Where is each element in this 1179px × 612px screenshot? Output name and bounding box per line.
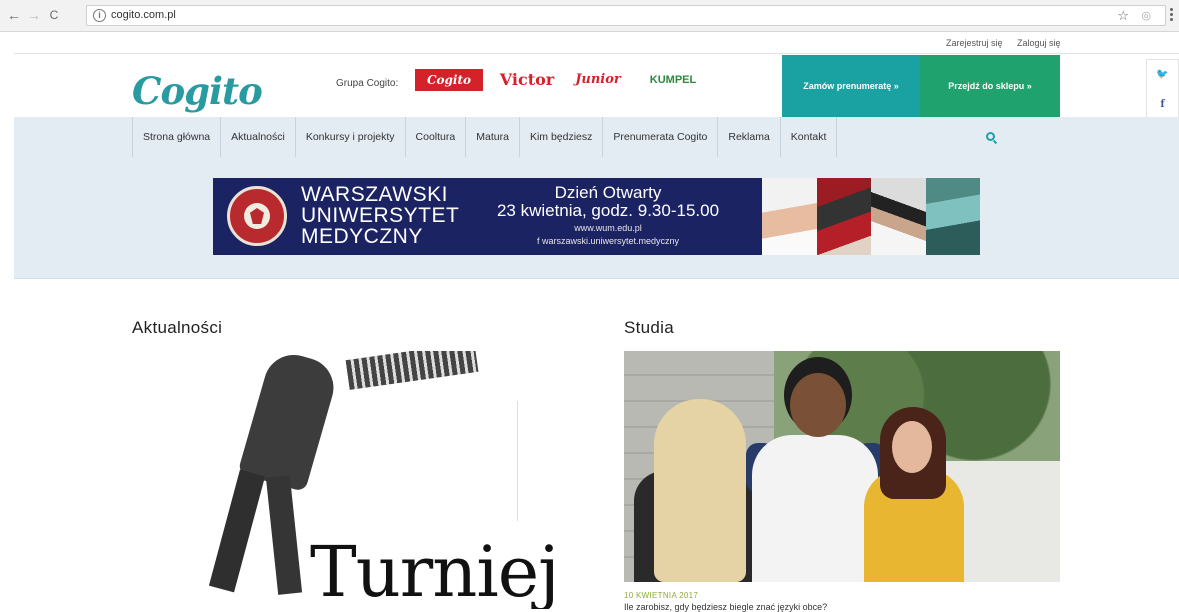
browser-toolbar: ← → C i cogito.com.pl ☆ ◎	[0, 0, 1179, 32]
illustration-figure	[208, 469, 266, 593]
reload-button[interactable]: C	[46, 7, 62, 23]
search-icon	[985, 132, 995, 141]
banner-photo	[816, 178, 871, 255]
nav-item-ads[interactable]: Reklama	[717, 117, 779, 157]
article-title-link[interactable]: Ile zarobisz, gdy będziesz biegle znać j…	[624, 602, 827, 612]
cogito-logo[interactable]: Cogito	[132, 69, 263, 113]
subscribe-button[interactable]: Zamów prenumeratę »	[782, 55, 920, 117]
photo-person	[752, 435, 878, 582]
photo-person	[892, 421, 932, 473]
back-button[interactable]: ←	[6, 7, 22, 23]
university-emblem-icon	[227, 186, 287, 246]
nav-item-home[interactable]: Strona główna	[132, 117, 220, 157]
studies-section-title: Studia	[624, 318, 675, 337]
news-featured-image[interactable]: Turniej	[132, 351, 568, 609]
banner-event-facebook: f warszawski.uniwersytet.medyczny	[536, 236, 680, 246]
banner-photo	[762, 178, 817, 255]
banner-photo	[871, 178, 926, 255]
shop-button[interactable]: Przejdź do sklepu »	[920, 55, 1060, 117]
group-label: Grupa Cogito:	[336, 78, 399, 89]
nav-item-contests[interactable]: Konkursy i projekty	[294, 117, 405, 157]
banner-event-url: www.wum.edu.pl	[574, 223, 642, 233]
nav-item-matura[interactable]: Matura	[465, 117, 519, 157]
studies-featured-image[interactable]	[624, 351, 1060, 582]
illustration-figure	[265, 475, 303, 595]
illustration-figure	[237, 351, 341, 493]
photo-person	[790, 373, 846, 437]
brand-kumpel[interactable]: KUMPEL	[645, 69, 701, 91]
article-date: 10 KWIETNIA 2017	[624, 591, 699, 600]
bookmark-star-icon[interactable]: ☆	[1117, 8, 1129, 24]
search-button[interactable]	[920, 117, 1060, 157]
login-link[interactable]: Zaloguj się	[1017, 38, 1061, 48]
nav-item-cooltura[interactable]: Cooltura	[404, 117, 466, 157]
photo-person	[654, 399, 746, 582]
banner-org-name: WARSZAWSKI UNIWERSYTET MEDYCZNY	[301, 183, 460, 248]
account-bar: Zarejestruj się Zaloguj się	[14, 32, 1179, 54]
news-section-title: Aktualności	[132, 318, 223, 337]
nav-item-career[interactable]: Kim będziesz	[518, 117, 602, 157]
nav-item-subscription[interactable]: Prenumerata Cogito	[602, 117, 717, 157]
register-link[interactable]: Zarejestruj się	[946, 38, 1003, 48]
banner-event-title: Dzień Otwarty	[554, 183, 662, 202]
url-text[interactable]: cogito.com.pl	[111, 9, 176, 21]
nav-item-contact[interactable]: Kontakt	[779, 117, 838, 157]
brand-cogito[interactable]: Cogito	[415, 69, 483, 91]
brand-junior[interactable]: Junior	[574, 69, 622, 91]
illustration-papers	[345, 351, 479, 390]
banner-photos	[762, 178, 980, 255]
main-nav: Strona główna Aktualności Konkursy i pro…	[132, 117, 838, 157]
nav-item-news[interactable]: Aktualności	[220, 117, 295, 157]
forward-button[interactable]: →	[26, 7, 42, 23]
news-headline: Turniej	[310, 531, 560, 609]
site-header: Cogito Grupa Cogito: Cogito Victor Junio…	[14, 54, 1179, 117]
brand-victor[interactable]: Victor	[499, 69, 555, 91]
nav-band: Strona główna Aktualności Konkursy i pro…	[14, 117, 1179, 279]
browser-menu-icon[interactable]	[1170, 8, 1174, 22]
extension-icon[interactable]: ◎	[1141, 9, 1151, 22]
banner-event-date: 23 kwietnia, godz. 9.30-15.00	[496, 201, 720, 220]
facebook-icon[interactable]: f	[1147, 90, 1178, 120]
twitter-icon[interactable]: 🐦	[1147, 60, 1178, 90]
address-bar[interactable]: i cogito.com.pl ☆ ◎	[86, 5, 1166, 26]
banner-photo	[925, 178, 980, 255]
ad-banner[interactable]: WARSZAWSKI UNIWERSYTET MEDYCZNY Dzień Ot…	[213, 178, 980, 255]
info-icon[interactable]: i	[93, 9, 106, 22]
illustration-line	[517, 401, 518, 521]
